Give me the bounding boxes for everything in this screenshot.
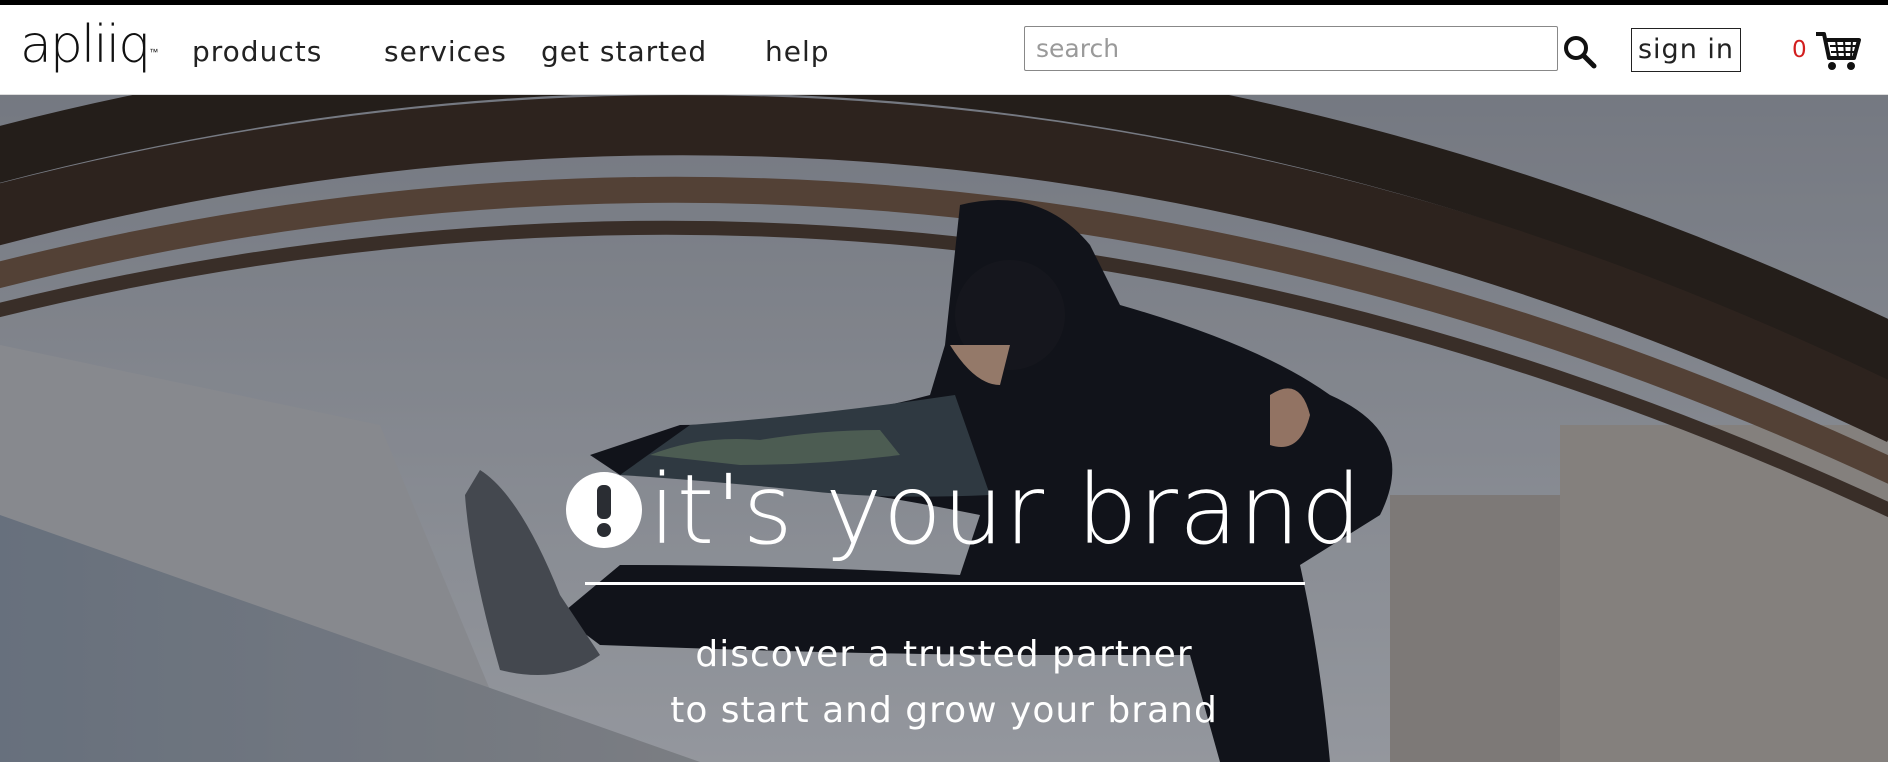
search-input[interactable]	[1024, 26, 1558, 71]
search-button[interactable]	[1562, 34, 1598, 70]
hero-title: it's your brand	[649, 454, 1363, 566]
hero-banner: it's your brand discover a trusted partn…	[0, 95, 1888, 762]
apliiq-logo[interactable]: apliiq™	[20, 17, 158, 87]
nav-help[interactable]: help	[765, 35, 830, 68]
hero-divider	[585, 582, 1305, 585]
hero-subtitle-line-2: to start and grow your brand	[670, 690, 1218, 731]
exclamation-icon	[566, 472, 642, 548]
shopping-cart-icon	[1816, 32, 1861, 70]
magnifier-icon	[1564, 36, 1597, 69]
hero-heading: it's your brand	[565, 455, 1362, 565]
logo-text: apliiq	[20, 15, 151, 75]
cart-count: 0	[1792, 37, 1807, 63]
nav-get-started[interactable]: get started	[541, 35, 707, 68]
nav-products[interactable]: products	[192, 35, 322, 68]
nav-services[interactable]: services	[384, 35, 507, 68]
hero-subtitle-line-1: discover a trusted partner	[695, 634, 1193, 675]
sign-in-button[interactable]: sign in	[1631, 28, 1741, 72]
trademark-symbol: ™	[149, 48, 159, 58]
site-header: apliiq™ products services get started he…	[0, 5, 1888, 95]
